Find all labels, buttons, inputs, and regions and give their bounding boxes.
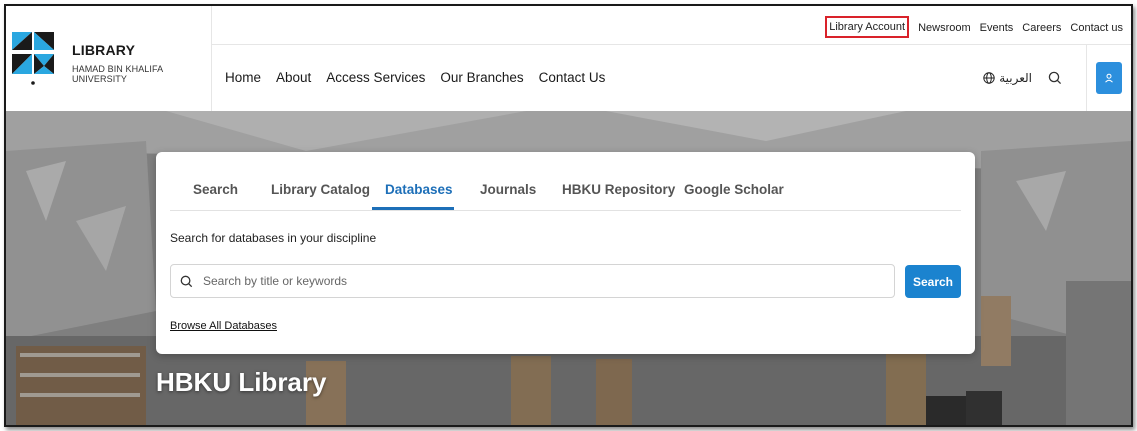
- search-instruction: Search for databases in your discipline: [170, 231, 377, 245]
- language-switch[interactable]: العربية: [983, 71, 1032, 85]
- nav-item-home[interactable]: Home: [225, 70, 261, 85]
- search-tabs: Search Library Catalog Databases Journal…: [170, 152, 961, 211]
- active-tab-indicator: [372, 207, 454, 210]
- utility-link-events[interactable]: Events: [980, 22, 1014, 34]
- search-button[interactable]: Search: [905, 265, 961, 298]
- browser-viewport: LIBRARY HAMAD BIN KHALIFA UNIVERSITY Lib…: [4, 4, 1133, 427]
- tab-google-scholar[interactable]: Google Scholar: [684, 182, 784, 197]
- nav-item-about[interactable]: About: [276, 70, 311, 85]
- utility-link-newsroom[interactable]: Newsroom: [918, 22, 971, 34]
- search-icon[interactable]: [1048, 71, 1062, 85]
- database-search-input[interactable]: [201, 273, 894, 289]
- logo-subtitle: HAMAD BIN KHALIFA UNIVERSITY: [72, 64, 163, 84]
- nav-item-access-services[interactable]: Access Services: [326, 70, 425, 85]
- tab-library-catalog[interactable]: Library Catalog: [271, 182, 370, 197]
- database-search-box[interactable]: [170, 264, 895, 298]
- search-card: Search Library Catalog Databases Journal…: [156, 152, 975, 354]
- globe-icon: [983, 72, 995, 84]
- hero-title: HBKU Library: [156, 367, 327, 397]
- main-nav: Home About Access Services Our Branches …: [212, 45, 1131, 111]
- site-logo[interactable]: LIBRARY HAMAD BIN KHALIFA UNIVERSITY: [6, 6, 212, 111]
- utility-link-library-account[interactable]: Library Account: [825, 16, 910, 38]
- user-button[interactable]: [1096, 62, 1122, 94]
- nav-item-contact-us[interactable]: Contact Us: [539, 70, 606, 85]
- language-label: العربية: [999, 71, 1032, 85]
- tab-hbku-repository[interactable]: HBKU Repository: [562, 182, 675, 197]
- utility-link-contact-us[interactable]: Contact us: [1070, 22, 1123, 34]
- logo-title: LIBRARY: [72, 42, 136, 58]
- tab-search[interactable]: Search: [193, 182, 238, 197]
- user-icon: [1105, 73, 1113, 83]
- logo-triangles-icon: [12, 32, 54, 85]
- search-icon: [180, 275, 193, 287]
- browse-all-databases-link[interactable]: Browse All Databases: [170, 320, 277, 332]
- account-area: [1086, 45, 1131, 111]
- utility-link-careers[interactable]: Careers: [1022, 22, 1061, 34]
- utility-bar: Library Account Newsroom Events Careers …: [212, 6, 1131, 45]
- nav-item-our-branches[interactable]: Our Branches: [440, 70, 523, 85]
- tab-databases[interactable]: Databases: [385, 182, 453, 197]
- tab-journals[interactable]: Journals: [480, 182, 536, 197]
